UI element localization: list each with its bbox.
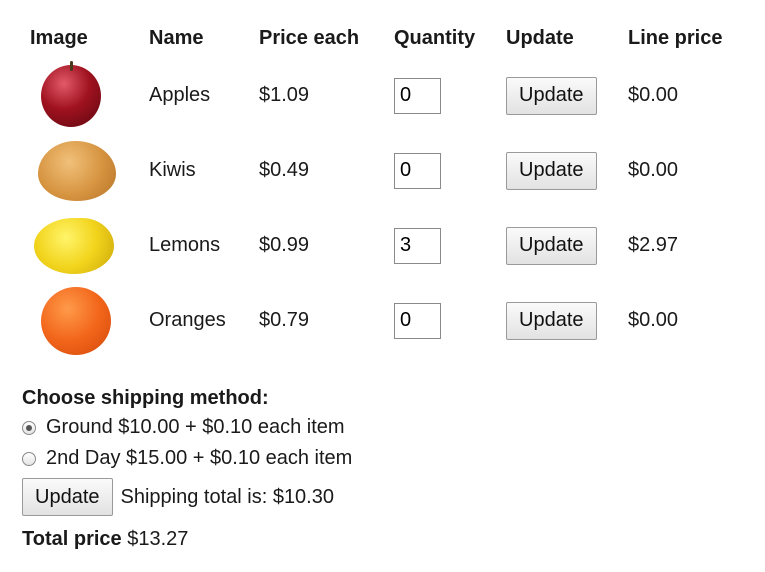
kiwi-image [38,140,116,201]
orange-image [41,286,111,355]
header-line-price: Line price [628,26,723,49]
shipping-update-button[interactable]: Update [22,478,113,516]
table-row: Oranges $0.79 Update $0.00 [22,283,746,358]
update-button[interactable]: Update [506,226,597,265]
header-price: Price each [259,26,360,49]
product-name: Apples [149,84,211,106]
quantity-input[interactable] [394,302,441,339]
ground-radio[interactable] [22,420,36,435]
update-button[interactable]: Update [506,301,597,340]
header-update: Update [506,26,574,49]
shipping-title: Choose shipping method: [22,387,269,409]
product-name: Lemons [149,234,221,256]
product-price: $1.09 [259,84,310,106]
line-price: $0.00 [628,159,679,181]
quantity-input[interactable] [394,152,441,189]
header-name: Name [149,26,204,49]
table-row: Apples $1.09 Update $0.00 [22,58,746,133]
shipping-update-row: Update Shipping total is: $10.30 [22,478,352,516]
update-button[interactable]: Update [506,76,597,115]
shipping-option-2nd-day[interactable]: 2nd Day $15.00 + $0.10 each item [22,443,352,474]
quantity-input[interactable] [394,77,441,114]
table-row: Lemons $0.99 Update $2.97 [22,208,746,283]
line-price: $0.00 [628,309,679,331]
shipping-option-ground[interactable]: Ground $10.00 + $0.10 each item [22,412,352,443]
2nd-day-radio[interactable] [22,451,36,466]
apple-image [41,60,101,127]
table-header-row: Image Name Price each Quantity Update Li… [22,14,746,58]
total-price-label: Total price [22,528,122,550]
total-price-value: $13.27 [127,528,189,550]
lemon-image [34,217,114,274]
header-image: Image [30,26,88,49]
shipping-option-label: 2nd Day $15.00 + $0.10 each item [46,447,353,469]
product-price: $0.79 [259,309,310,331]
quantity-input[interactable] [394,227,441,264]
product-name: Kiwis [149,159,196,181]
shipping-total-text: Shipping total is: $10.30 [120,485,335,508]
line-price: $0.00 [628,84,679,106]
shipping-option-label: Ground $10.00 + $0.10 each item [46,416,345,438]
product-price: $0.99 [259,234,310,256]
total-price: Total price $13.27 [22,528,188,551]
shipping-section: Choose shipping method: Ground $10.00 + … [22,384,352,516]
product-price: $0.49 [259,159,310,181]
line-price: $2.97 [628,234,679,256]
header-quantity: Quantity [394,26,476,49]
product-name: Oranges [149,309,226,331]
cart-table: Image Name Price each Quantity Update Li… [22,14,746,358]
table-row: Kiwis $0.49 Update $0.00 [22,133,746,208]
update-button[interactable]: Update [506,151,597,190]
